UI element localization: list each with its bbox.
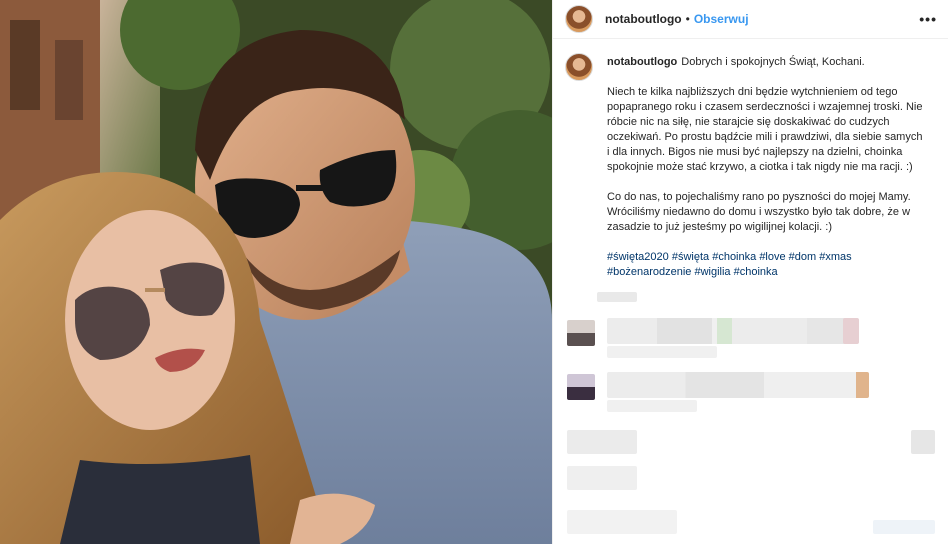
avatar[interactable] xyxy=(565,5,593,33)
more-icon[interactable]: ••• xyxy=(919,11,937,27)
hashtag-list: #święta2020 #święta #choinka #love #dom … xyxy=(607,250,927,280)
caption-username[interactable]: notaboutlogo xyxy=(607,56,677,68)
post-caption: notaboutlogo Dobrych i spokojnych Świąt, … xyxy=(553,39,948,280)
avatar[interactable] xyxy=(565,53,593,81)
hashtag-link[interactable]: #xmas xyxy=(819,251,851,263)
hashtag-link[interactable]: #bożenarodzenie xyxy=(607,266,691,278)
blurred-comment-avatar xyxy=(567,320,595,346)
caption-first-line: notaboutlogo Dobrych i spokojnych Świąt, … xyxy=(607,55,927,70)
post-image xyxy=(0,0,552,544)
post-photo[interactable] xyxy=(0,0,552,544)
caption-paragraph-2: Co do nas, to pojechaliśmy rano po pyszn… xyxy=(607,191,911,233)
caption-body: notaboutlogo Dobrych i spokojnych Świąt, … xyxy=(607,55,927,280)
separator-dot: • xyxy=(685,12,690,26)
follow-button[interactable]: Obserwuj xyxy=(694,12,749,26)
caption-paragraph-1: Niech te kilka najbliższych dni będzie w… xyxy=(607,86,923,173)
hashtag-link[interactable]: #choinka xyxy=(734,266,778,278)
blurred-comment-text xyxy=(607,318,857,344)
post-author-username[interactable]: notaboutlogo xyxy=(605,12,682,26)
blurred-comment-text xyxy=(873,520,935,534)
blurred-comment-avatar xyxy=(567,374,595,400)
hashtag-link[interactable]: #dom xyxy=(789,251,817,263)
hashtag-link[interactable]: #święta xyxy=(672,251,709,263)
hashtag-link[interactable]: #wigilia xyxy=(694,266,730,278)
blurred-comment-text xyxy=(567,466,637,490)
blurred-timestamp xyxy=(597,292,637,302)
hashtag-link[interactable]: #choinka xyxy=(712,251,756,263)
hashtag-link[interactable]: #święta2020 xyxy=(607,251,669,263)
caption-line1: Dobrych i spokojnych Świąt, Kochani. xyxy=(681,56,865,68)
blurred-comment-text xyxy=(567,510,677,534)
blurred-comment-accent xyxy=(843,318,859,344)
blurred-comment-text xyxy=(607,346,717,358)
blurred-comment-text xyxy=(567,430,637,454)
hashtag-link[interactable]: #love xyxy=(759,251,785,263)
post-details-panel: notaboutlogo • Obserwuj ••• notaboutlogo… xyxy=(552,0,948,544)
blurred-comment-text xyxy=(911,430,935,454)
blurred-comment-text xyxy=(607,400,697,412)
blurred-comment-text xyxy=(607,372,869,398)
post-header: notaboutlogo • Obserwuj ••• xyxy=(553,0,948,39)
